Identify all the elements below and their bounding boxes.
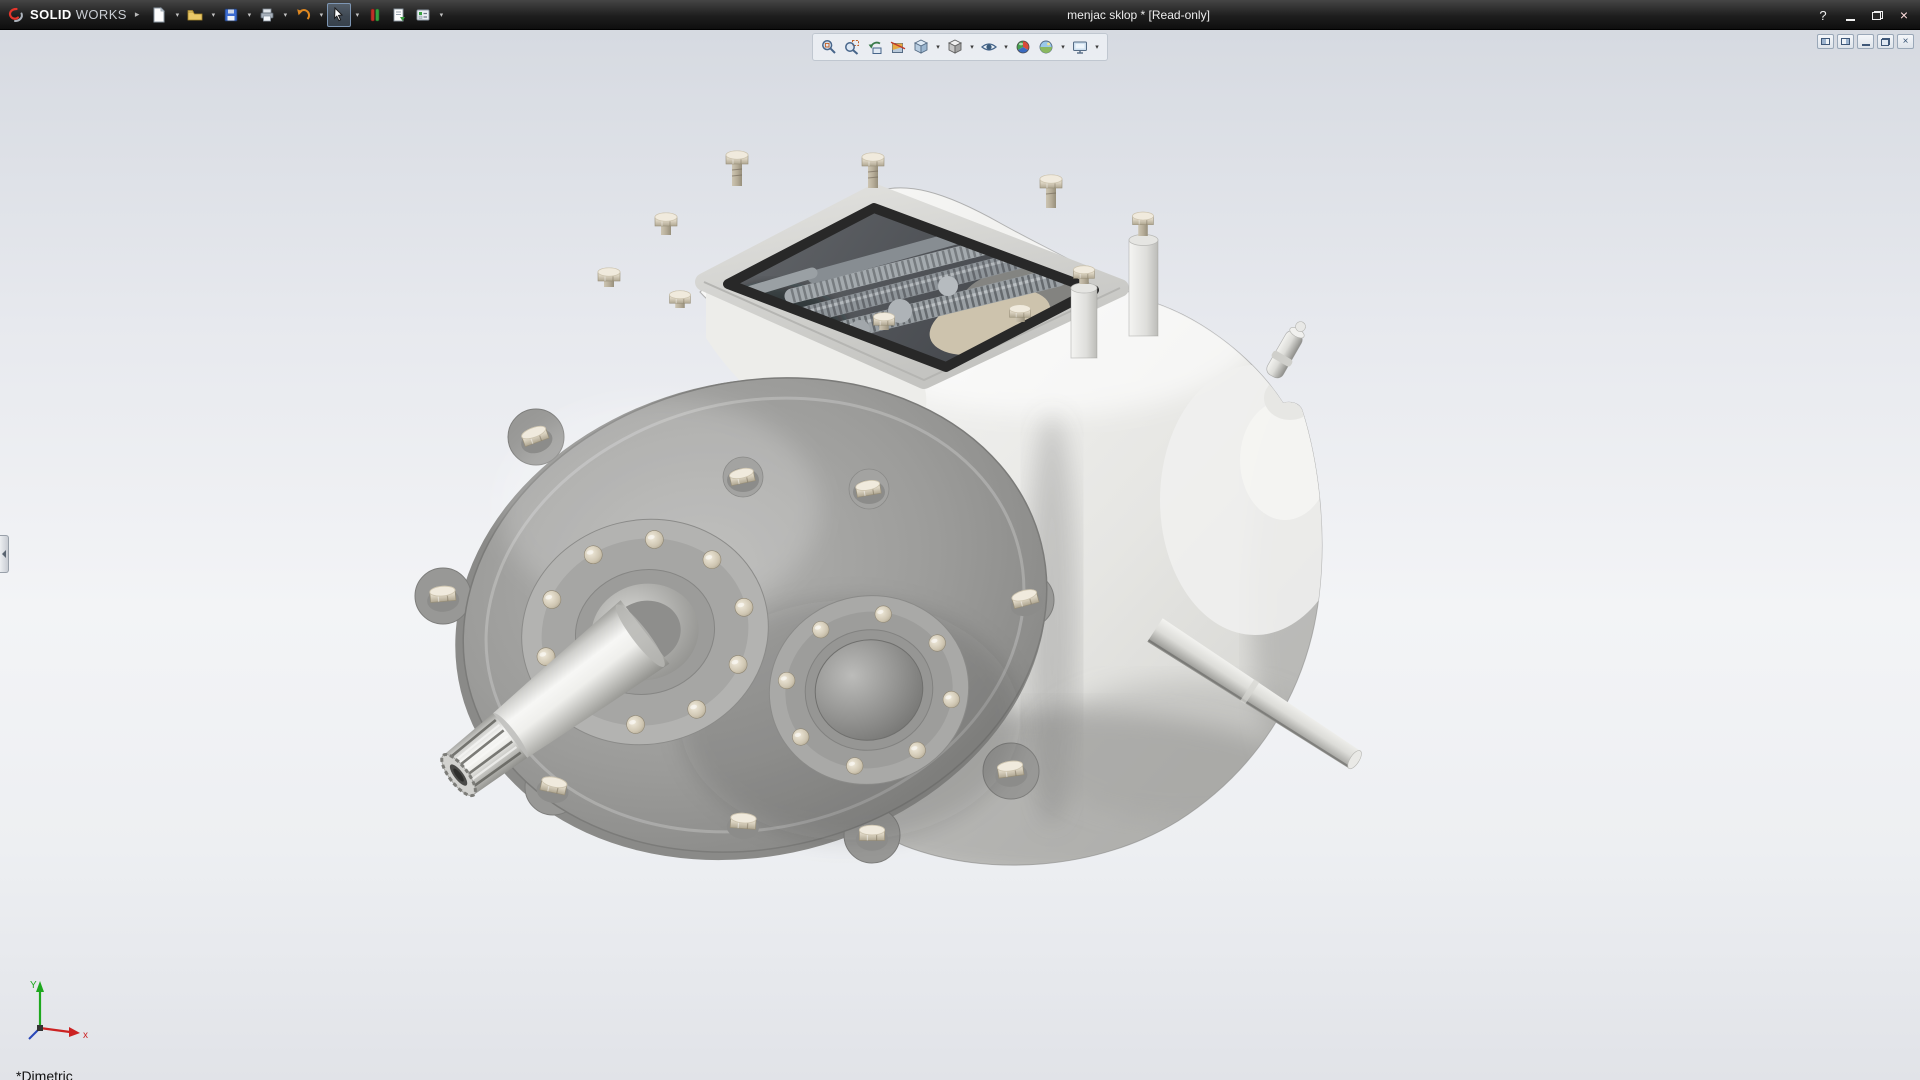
display-style-icon (947, 39, 963, 55)
zoom-to-area-button[interactable] (841, 36, 863, 58)
print-dropdown[interactable]: ▾ (279, 3, 291, 27)
pane-left-icon (1821, 38, 1830, 45)
options-icon (415, 7, 431, 23)
save-button[interactable] (219, 3, 243, 27)
x-axis-arrow (69, 1027, 80, 1037)
x-axis-label: x (83, 1030, 88, 1041)
open-folder-icon (187, 7, 203, 23)
display-style-button[interactable] (944, 36, 966, 58)
apply-scene-dropdown[interactable]: ▾ (1058, 36, 1068, 58)
zoom-to-fit-icon (821, 39, 837, 55)
undo-button[interactable] (291, 3, 315, 27)
document-minimize-button[interactable] (1857, 34, 1874, 49)
file-properties-icon (391, 7, 407, 23)
undo-icon (295, 7, 311, 23)
open-dropdown[interactable]: ▾ (207, 3, 219, 27)
select-button[interactable] (327, 3, 351, 27)
new-document-icon (151, 7, 167, 23)
orientation-triad[interactable]: Y x (16, 976, 94, 1048)
titlebar-toolbar: ▾ ▾ ▾ (147, 0, 447, 29)
save-icon (223, 7, 239, 23)
options-button[interactable] (411, 3, 435, 27)
select-cursor-icon (331, 7, 347, 23)
zoom-to-fit-button[interactable] (818, 36, 840, 58)
new-document-button[interactable] (147, 3, 171, 27)
options-dropdown[interactable]: ▾ (435, 3, 447, 27)
display-style-dropdown[interactable]: ▾ (967, 36, 977, 58)
window-title: menjac sklop * [Read-only] (1067, 0, 1210, 30)
undo-dropdown[interactable]: ▾ (315, 3, 327, 27)
open-button[interactable] (183, 3, 207, 27)
featuremanager-pane-button[interactable] (1817, 34, 1834, 49)
rear-stub-shaft[interactable] (1262, 317, 1312, 382)
dassault-systemes-logo-icon (6, 7, 26, 23)
rebuild-button[interactable] (363, 3, 387, 27)
brand-solid: SOLID (30, 7, 72, 22)
triad-origin (37, 1025, 43, 1031)
doc-minimize-icon (1862, 44, 1870, 46)
y-axis-label: Y (30, 980, 37, 991)
save-dropdown[interactable]: ▾ (243, 3, 255, 27)
view-orientation-dropdown[interactable]: ▾ (933, 36, 943, 58)
restore-button[interactable] (1864, 5, 1890, 26)
zoom-to-area-icon (844, 39, 860, 55)
pane-right-icon (1841, 38, 1850, 45)
view-orientation-button[interactable] (910, 36, 932, 58)
display-pane-button[interactable] (1837, 34, 1854, 49)
previous-view-icon (867, 39, 883, 55)
hide-show-eye-icon (981, 39, 997, 55)
print-button[interactable] (255, 3, 279, 27)
hide-show-items-button[interactable] (978, 36, 1000, 58)
restore-icon (1872, 11, 1883, 20)
brand-works: WORKS (76, 7, 127, 22)
view-orientation-cube-icon (913, 39, 929, 55)
solidworks-logo: SOLID WORKS (0, 7, 133, 23)
view-orientation-label: *Dimetric (16, 1068, 73, 1080)
section-view-button[interactable] (887, 36, 909, 58)
minimize-icon (1846, 19, 1855, 21)
solidworks-window: SOLID WORKS ▸ ▾ ▾ (0, 0, 1920, 1080)
heads-up-toolbar: ▾ ▾ ▾ (812, 33, 1108, 61)
file-properties-button[interactable] (387, 3, 411, 27)
apply-scene-button[interactable] (1035, 36, 1057, 58)
view-settings-dropdown[interactable]: ▾ (1092, 36, 1102, 58)
document-window-controls: × (1817, 34, 1914, 49)
collapse-arrow-icon (2, 550, 6, 558)
close-button[interactable]: × (1891, 5, 1917, 26)
window-controls: ? × (1810, 0, 1917, 30)
document-restore-button[interactable] (1877, 34, 1894, 49)
appearance-ball-icon (1015, 39, 1031, 55)
featuremanager-collapse-handle[interactable] (0, 535, 9, 573)
gearbox-model[interactable] (0, 30, 1920, 1080)
menu-expand-button[interactable]: ▸ (135, 9, 140, 20)
hide-show-items-dropdown[interactable]: ▾ (1001, 36, 1011, 58)
titlebar: SOLID WORKS ▸ ▾ ▾ (0, 0, 1920, 30)
help-button[interactable]: ? (1810, 5, 1836, 26)
graphics-area[interactable]: ▾ ▾ ▾ (0, 30, 1920, 1080)
section-view-icon (890, 39, 906, 55)
y-axis-arrow (36, 981, 44, 992)
minimize-button[interactable] (1837, 5, 1863, 26)
edit-appearance-button[interactable] (1012, 36, 1034, 58)
apply-scene-icon (1038, 39, 1054, 55)
select-dropdown[interactable]: ▾ (351, 3, 363, 27)
doc-restore-icon (1881, 38, 1890, 46)
view-settings-icon (1072, 39, 1088, 55)
previous-view-button[interactable] (864, 36, 886, 58)
document-close-button[interactable]: × (1897, 34, 1914, 49)
rebuild-traffic-light-icon (367, 7, 383, 23)
new-document-dropdown[interactable]: ▾ (171, 3, 183, 27)
view-settings-button[interactable] (1069, 36, 1091, 58)
print-icon (259, 7, 275, 23)
